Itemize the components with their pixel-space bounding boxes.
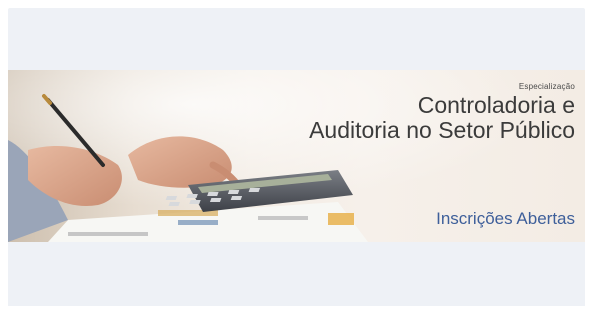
- content-panel-bottom: [8, 242, 585, 306]
- banner-title-line2: Auditoria no Setor Público: [309, 117, 575, 143]
- registrations-open-link[interactable]: Inscrições Abertas: [436, 209, 575, 229]
- banner-eyebrow: Especialização: [518, 82, 575, 91]
- banner-text: Especialização Controladoria e Auditoria…: [215, 82, 575, 143]
- banner-title-line1: Controladoria e: [417, 92, 575, 118]
- promo-banner[interactable]: Especialização Controladoria e Auditoria…: [8, 70, 585, 242]
- page: Especialização Controladoria e Auditoria…: [0, 0, 593, 314]
